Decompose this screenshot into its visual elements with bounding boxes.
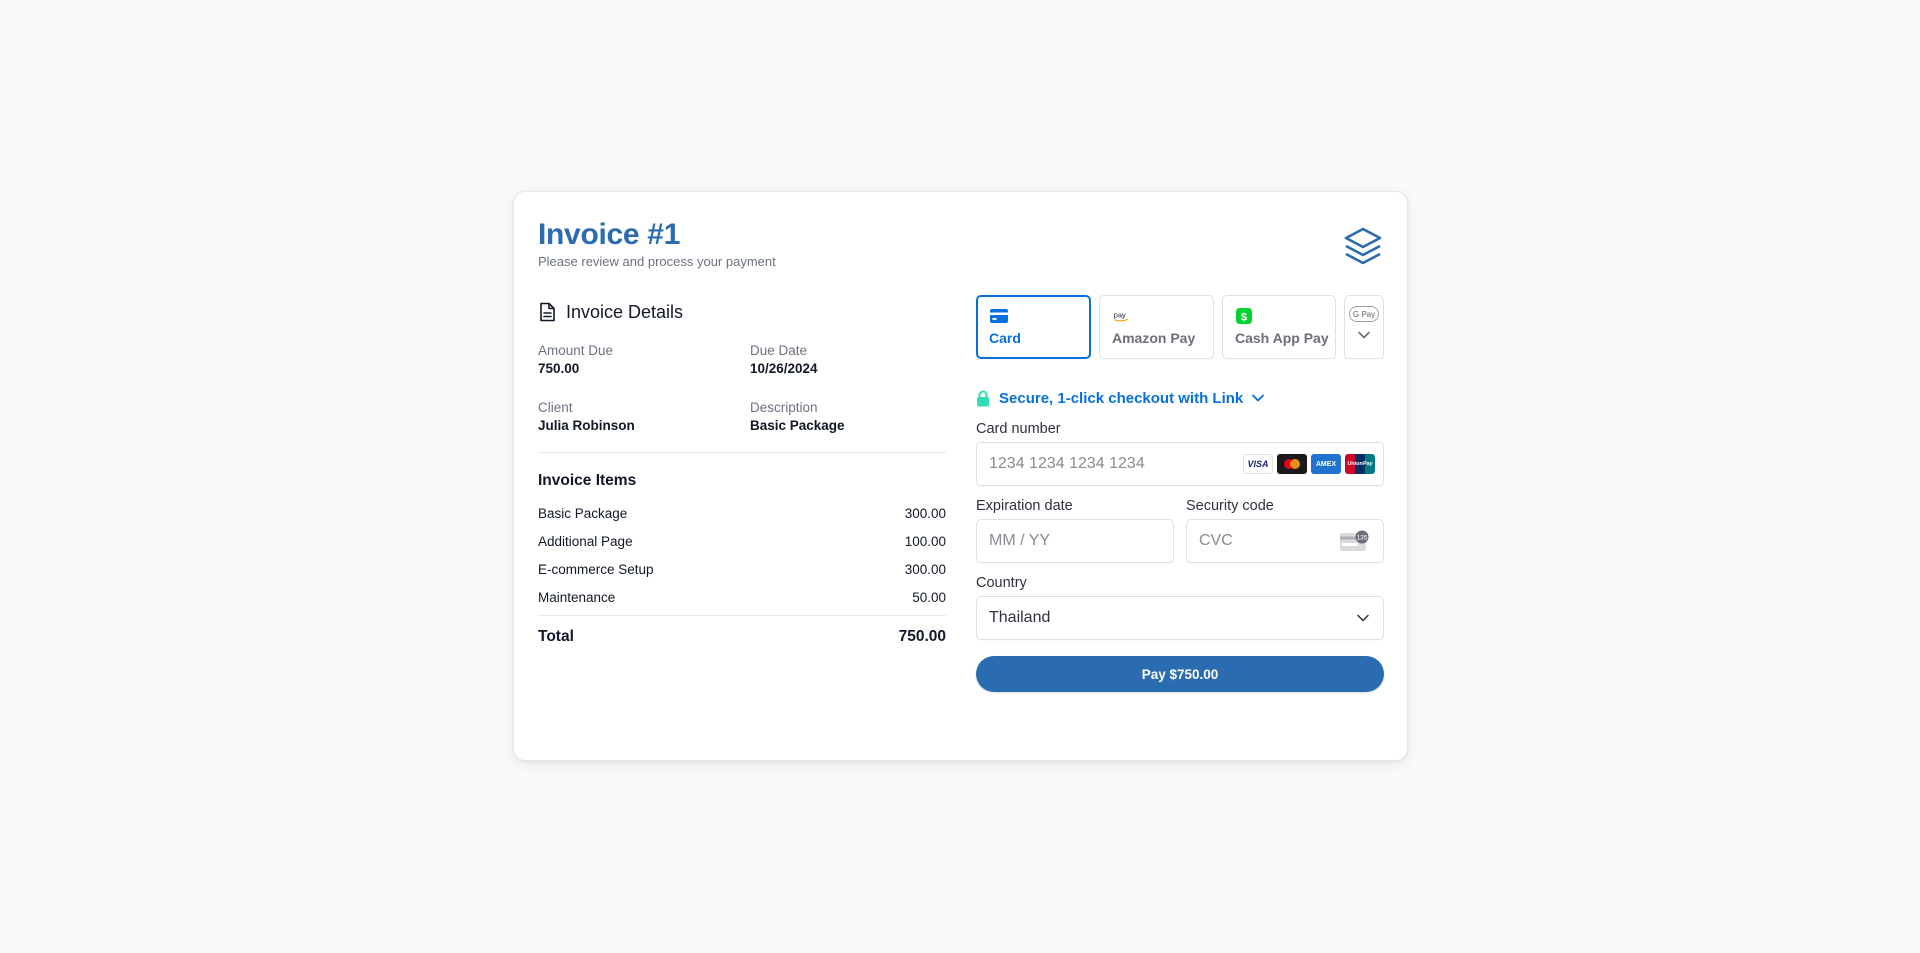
security-code-input[interactable]: CVC 135 — [1186, 519, 1384, 563]
item-amount: 50.00 — [912, 589, 946, 605]
invoice-items-list: Basic Package 300.00 Additional Page 100… — [538, 499, 946, 611]
cvc-card-icon: 135 — [1340, 530, 1369, 551]
expiration-group: Expiration date MM / YY — [976, 498, 1174, 563]
list-item: Additional Page 100.00 — [538, 527, 946, 555]
document-icon — [540, 302, 555, 322]
invoice-header: Invoice #1 Please review and process you… — [538, 218, 776, 269]
detail-description: Description Basic Package — [750, 399, 946, 435]
item-amount: 300.00 — [904, 505, 946, 521]
link-checkout-text: Secure, 1-click checkout with Link — [999, 389, 1244, 407]
google-pay-icon: G Pay — [1349, 306, 1379, 322]
country-value: Thailand — [989, 609, 1051, 626]
total-row: Total 750.00 — [538, 628, 946, 646]
cvc-placeholder: CVC — [1199, 532, 1233, 549]
divider — [538, 452, 946, 453]
detail-client: Client Julia Robinson — [538, 399, 750, 435]
invoice-card: Invoice #1 Please review and process you… — [513, 191, 1408, 761]
detail-label: Description — [750, 400, 818, 415]
detail-label: Client — [538, 400, 573, 415]
country-label: Country — [976, 575, 1027, 591]
pay-button[interactable]: Pay $750.00 — [976, 656, 1384, 692]
lock-icon — [977, 390, 989, 406]
country-select[interactable]: Thailand — [976, 596, 1384, 640]
invoice-details-panel: Invoice Details Amount Due 750.00 Due Da… — [538, 300, 946, 646]
item-name: Maintenance — [538, 589, 616, 605]
divider — [538, 615, 946, 616]
list-item: E-commerce Setup 300.00 — [538, 555, 946, 583]
tab-cash-app-pay[interactable]: $ Cash App Pay — [1222, 295, 1336, 359]
unionpay-icon: UnionPay — [1345, 454, 1375, 474]
item-name: Additional Page — [538, 533, 633, 549]
expiration-input[interactable]: MM / YY — [976, 519, 1174, 563]
detail-label: Due Date — [750, 343, 808, 358]
detail-value: 10/26/2024 — [750, 361, 818, 376]
svg-text:G Pay: G Pay — [1353, 310, 1375, 319]
tab-label: Cash App Pay — [1235, 330, 1329, 346]
detail-due-date: Due Date 10/26/2024 — [750, 342, 946, 378]
item-name: Basic Package — [538, 505, 628, 521]
details-grid: Amount Due 750.00 Due Date 10/26/2024 Cl… — [538, 342, 946, 435]
invoice-items-title: Invoice Items — [538, 472, 637, 489]
card-number-group: Card number 1234 1234 1234 1234 VISA AME… — [976, 421, 1384, 486]
card-number-label: Card number — [976, 421, 1061, 437]
card-number-input[interactable]: 1234 1234 1234 1234 VISA AMEX UnionPay — [976, 442, 1384, 486]
invoice-details-title: Invoice Details — [566, 301, 684, 322]
page-title: Invoice #1 — [538, 218, 681, 251]
visa-icon: VISA — [1243, 454, 1273, 474]
credit-card-icon — [990, 309, 1008, 323]
svg-text:$: $ — [1241, 312, 1247, 324]
svg-text:pay: pay — [1114, 311, 1126, 320]
card-number-placeholder: 1234 1234 1234 1234 — [989, 455, 1145, 472]
detail-value: 750.00 — [538, 361, 580, 376]
tab-label: Card — [989, 330, 1021, 346]
cvc-hint-text: 135 — [1357, 535, 1368, 542]
item-name: E-commerce Setup — [538, 561, 654, 577]
detail-amount-due: Amount Due 750.00 — [538, 342, 750, 378]
payment-panel: Card pay Amazon Pay $ Cash App Pay G Pay… — [976, 295, 1384, 692]
payment-method-tabs: Card pay Amazon Pay $ Cash App Pay G Pay — [976, 295, 1384, 359]
country-group: Country Thailand — [976, 575, 1384, 640]
detail-label: Amount Due — [538, 343, 614, 358]
list-item: Maintenance 50.00 — [538, 583, 946, 611]
expiration-placeholder: MM / YY — [989, 532, 1051, 549]
item-amount: 100.00 — [904, 533, 946, 549]
layers-icon — [1344, 227, 1382, 265]
page-subtitle: Please review and process your payment — [538, 254, 776, 269]
amazon-pay-icon: pay — [1114, 311, 1129, 322]
tab-amazon-pay[interactable]: pay Amazon Pay — [1099, 295, 1214, 359]
mastercard-icon — [1277, 454, 1307, 474]
total-value: 750.00 — [898, 628, 946, 645]
security-code-group: Security code CVC 135 — [1186, 498, 1384, 563]
tab-card[interactable]: Card — [976, 295, 1091, 359]
cash-app-icon: $ — [1236, 308, 1252, 324]
invoice-details-heading: Invoice Details — [538, 300, 946, 324]
chevron-down-icon — [1252, 394, 1265, 402]
chevron-down-icon — [1357, 614, 1369, 622]
expiry-cvc-row: Expiration date MM / YY Security code CV… — [976, 498, 1384, 563]
amex-icon: AMEX — [1311, 454, 1341, 474]
detail-value: Julia Robinson — [538, 418, 635, 433]
list-item: Basic Package 300.00 — [538, 499, 946, 527]
security-code-label: Security code — [1186, 498, 1274, 514]
tab-more-methods[interactable]: G Pay — [1344, 295, 1384, 359]
chevron-down-icon — [1358, 331, 1370, 339]
detail-value: Basic Package — [750, 418, 845, 433]
expiration-label: Expiration date — [976, 498, 1073, 514]
item-amount: 300.00 — [904, 561, 946, 577]
total-label: Total — [538, 628, 574, 645]
card-brands: VISA AMEX UnionPay — [1243, 454, 1375, 474]
link-checkout-toggle[interactable]: Secure, 1-click checkout with Link — [976, 389, 1384, 407]
tab-label: Amazon Pay — [1112, 330, 1196, 346]
